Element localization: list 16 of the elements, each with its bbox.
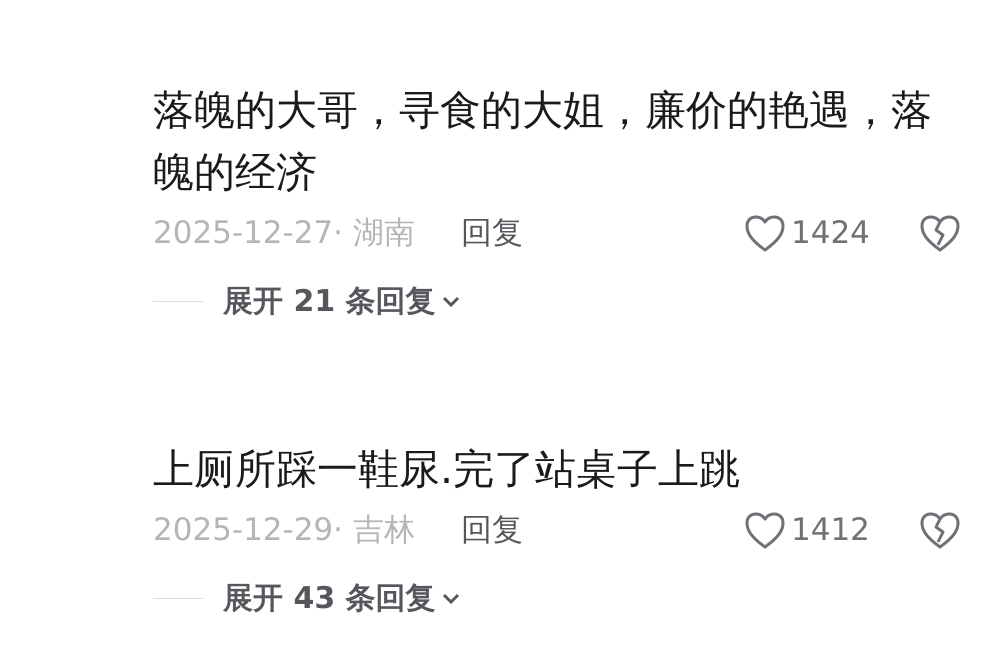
comment-text: 落魄的大哥，寻食的大姐，廉价的艳遇，落魄的经济: [153, 85, 933, 198]
like-count: 1424: [791, 215, 870, 251]
comment-text: 上厕所踩一鞋尿.完了站桌子上跳: [153, 444, 742, 495]
chevron-down-icon[interactable]: [442, 296, 460, 308]
like-count: 1412: [791, 512, 870, 548]
expand-replies-link[interactable]: 展开 43 条回复: [223, 578, 460, 619]
reply-link[interactable]: 回复: [460, 212, 523, 254]
expand-replies-link[interactable]: 展开 21 条回复: [223, 281, 460, 322]
heart-icon[interactable]: [745, 214, 785, 252]
broken-heart-icon[interactable]: [920, 214, 960, 252]
reply-link[interactable]: 回复: [460, 509, 523, 551]
chevron-down-icon[interactable]: [442, 592, 460, 604]
comment-date: 2025-12-29· 吉林: [153, 511, 415, 550]
comment-date: 2025-12-27· 湖南: [153, 214, 415, 253]
broken-heart-icon[interactable]: [920, 512, 960, 548]
heart-icon[interactable]: [745, 512, 785, 548]
